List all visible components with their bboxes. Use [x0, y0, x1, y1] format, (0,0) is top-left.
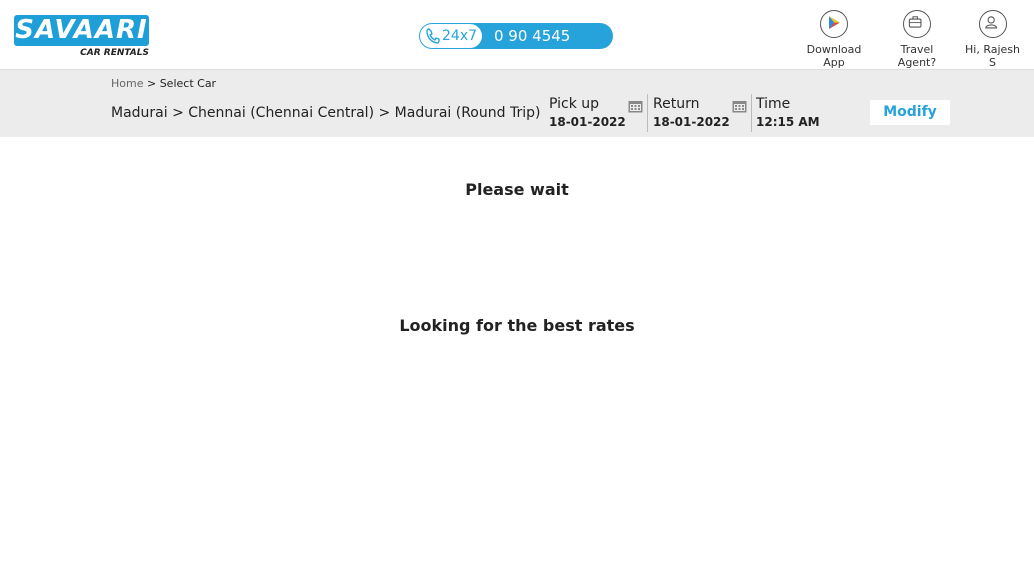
breadcrumb-home[interactable]: Home: [111, 77, 143, 90]
time-label: Time: [756, 96, 791, 112]
support-label: 24x7: [442, 28, 478, 44]
play-store-icon: [820, 10, 848, 38]
logo-main-text: SAVAARI: [15, 15, 148, 45]
time-value: 12:15 AM: [756, 115, 820, 129]
breadcrumb-current: Select Car: [159, 77, 217, 90]
briefcase-icon: [903, 10, 931, 38]
pickup-label: Pick up: [549, 96, 600, 112]
pickup-field[interactable]: Pick up 18-01-2022: [549, 96, 626, 129]
looking-for-rates-text: Looking for the best rates: [399, 316, 635, 335]
calendar-icon[interactable]: [732, 99, 747, 113]
trip-route: Madurai > Chennai (Chennai Central) > Ma…: [111, 105, 541, 121]
breadcrumb-separator: >: [146, 77, 157, 90]
travel-agent-link[interactable]: Travel Agent?: [880, 10, 954, 69]
time-field[interactable]: Time 12:15 AM: [756, 96, 820, 129]
calendar-icon[interactable]: [628, 99, 643, 113]
header: SAVAARI CAR RENTALS 24x7 0 90 4545 0000 …: [0, 0, 1034, 71]
support-pill: 24x7: [420, 24, 482, 48]
divider: [751, 94, 752, 132]
phone-icon: [426, 28, 440, 44]
user-account-link[interactable]: Hi, Rajesh S: [960, 10, 1025, 69]
savaari-logo[interactable]: SAVAARI CAR RENTALS: [14, 15, 149, 59]
download-app-label: Download App: [806, 43, 862, 69]
return-label: Return: [653, 96, 700, 112]
breadcrumb: Home > Select Car: [111, 77, 216, 90]
modify-button[interactable]: Modify: [870, 100, 950, 125]
divider: [647, 94, 648, 132]
please-wait-text: Please wait: [465, 180, 569, 199]
return-field[interactable]: Return 18-01-2022: [653, 96, 730, 129]
user-greeting: Hi, Rajesh S: [965, 43, 1020, 69]
download-app-link[interactable]: Download App: [795, 10, 873, 69]
phone-number[interactable]: 0 90 4545 0000: [494, 23, 613, 75]
logo-sub-text: CAR RENTALS: [80, 48, 149, 58]
phone-support[interactable]: 24x7 0 90 4545 0000: [419, 23, 613, 71]
search-summary-bar: Home > Select Car Madurai > Chennai (Che…: [0, 70, 1034, 137]
return-date: 18-01-2022: [653, 115, 730, 129]
travel-agent-label: Travel Agent?: [897, 43, 937, 69]
logo-box: SAVAARI: [14, 15, 149, 46]
user-icon: [978, 10, 1007, 38]
pickup-date: 18-01-2022: [549, 115, 626, 129]
